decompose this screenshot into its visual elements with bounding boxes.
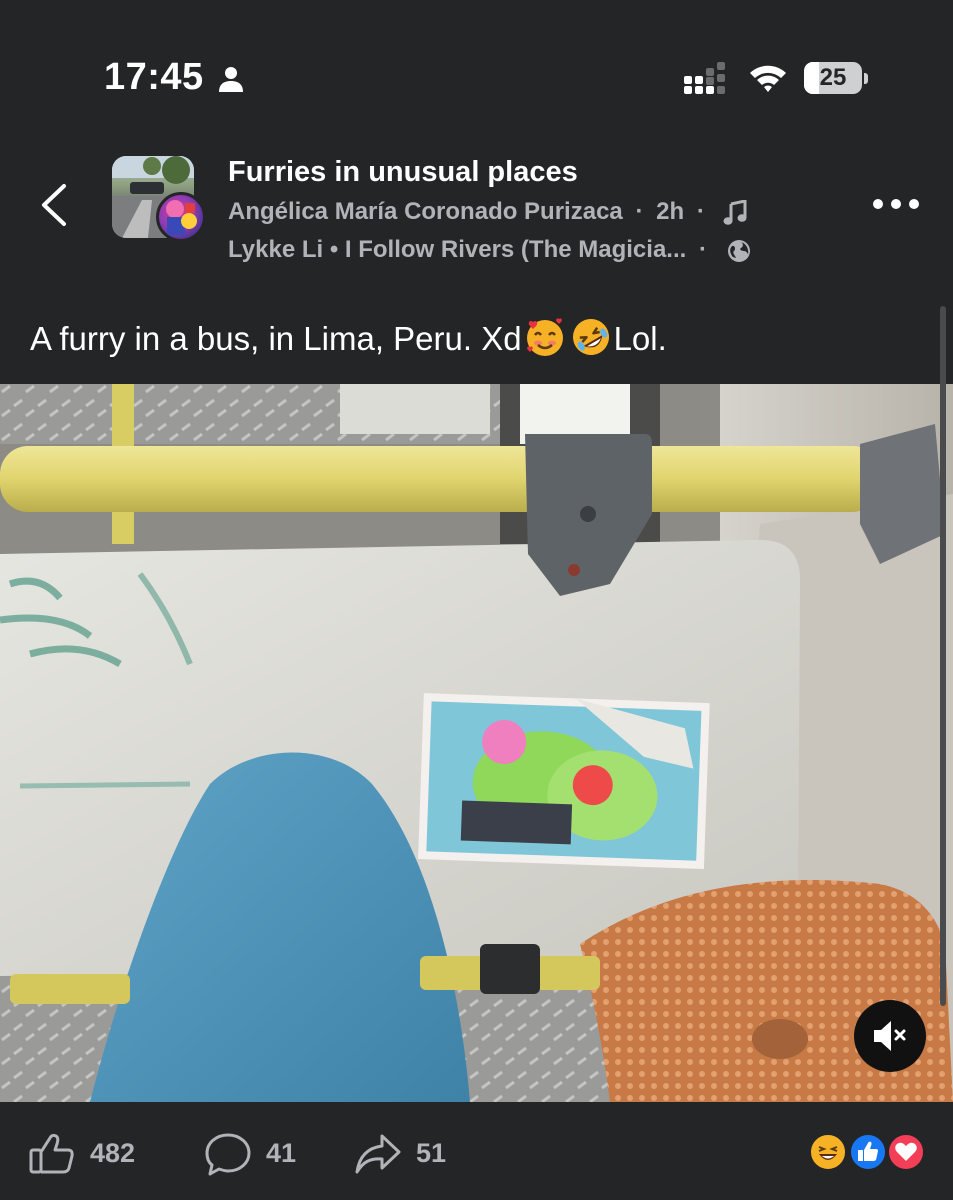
video-frame bbox=[0, 384, 953, 1102]
group-name[interactable]: Furries in unusual places bbox=[228, 156, 578, 189]
comment-icon bbox=[205, 1133, 251, 1176]
meta-separator: · bbox=[696, 198, 705, 225]
music-meta: Lykke Li • I Follow Rivers (The Magicia.… bbox=[228, 236, 752, 264]
haha-reaction-icon bbox=[808, 1132, 848, 1172]
battery-icon: 25 bbox=[804, 60, 868, 96]
comment-button[interactable]: 41 bbox=[204, 1132, 314, 1176]
meta-separator: · bbox=[635, 198, 644, 225]
thumbs-up-icon bbox=[29, 1133, 74, 1174]
more-horizontal-icon[interactable] bbox=[868, 186, 924, 222]
battery-tip bbox=[864, 73, 868, 84]
post-caption: A furry in a bus, in Lima, Peru. Xd Lol. bbox=[30, 316, 667, 358]
post-header: Furries in unusual places Angélica María… bbox=[0, 140, 953, 280]
person-icon bbox=[219, 67, 243, 92]
author-name[interactable]: Angélica María Coronado Purizaca bbox=[228, 198, 623, 225]
status-bar: 17:45 25 bbox=[0, 0, 953, 130]
mute-button[interactable] bbox=[854, 1000, 926, 1072]
share-button[interactable]: 51 bbox=[354, 1132, 464, 1174]
wifi-icon bbox=[750, 65, 786, 92]
caption-text: A furry in a bus, in Lima, Peru. Xd bbox=[30, 320, 522, 357]
love-reaction-icon bbox=[886, 1132, 926, 1172]
chevron-left-icon[interactable] bbox=[30, 180, 80, 230]
caption-end: Lol. bbox=[613, 320, 667, 357]
post-time: 2h bbox=[656, 198, 685, 225]
music-note-icon bbox=[723, 199, 747, 225]
share-icon bbox=[355, 1134, 401, 1174]
speaker-muted-icon bbox=[874, 1021, 906, 1051]
like-count: 482 bbox=[90, 1138, 136, 1168]
post-video[interactable] bbox=[0, 384, 953, 1102]
post-meta: Angélica María Coronado Purizaca · 2h · bbox=[228, 198, 747, 226]
author-avatar bbox=[156, 192, 206, 242]
meta-separator: · bbox=[698, 236, 707, 263]
globe-icon bbox=[727, 239, 750, 262]
battery-level: 25 bbox=[819, 64, 847, 91]
action-bar: 482 41 51 bbox=[0, 1102, 953, 1200]
music-track[interactable]: Lykke Li • I Follow Rivers (The Magicia.… bbox=[228, 236, 686, 263]
reaction-summary[interactable] bbox=[808, 1132, 928, 1174]
smiling-face-with-hearts-emoji bbox=[526, 318, 563, 356]
cellular-signal-icon bbox=[684, 62, 725, 94]
status-time: 17:45 bbox=[104, 56, 204, 98]
group-avatar[interactable] bbox=[112, 156, 206, 244]
like-button[interactable]: 482 bbox=[28, 1132, 158, 1174]
comment-count: 41 bbox=[266, 1138, 297, 1168]
like-reaction-icon bbox=[848, 1132, 888, 1172]
scrollbar[interactable] bbox=[940, 306, 946, 1006]
share-count: 51 bbox=[416, 1138, 447, 1168]
rolling-on-floor-laughing-emoji bbox=[572, 319, 609, 355]
